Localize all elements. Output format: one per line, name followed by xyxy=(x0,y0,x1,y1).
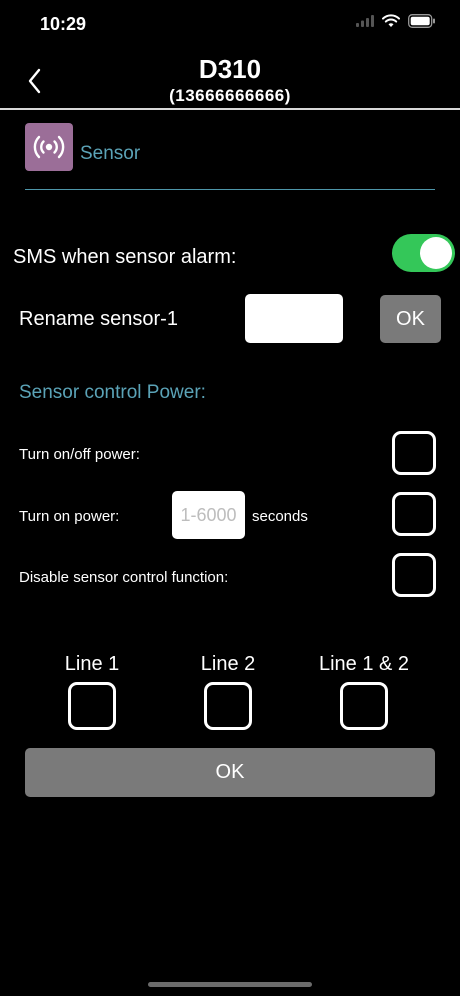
turn-on-off-checkbox[interactable] xyxy=(392,431,436,475)
nav-divider xyxy=(0,108,460,110)
wifi-icon xyxy=(382,14,400,27)
sensor-title: Sensor xyxy=(80,143,141,164)
sms-alarm-label: SMS when sensor alarm: xyxy=(13,246,237,268)
line-1-2-checkbox[interactable] xyxy=(340,682,388,730)
submit-ok-button[interactable]: OK xyxy=(25,748,435,797)
seconds-input[interactable] xyxy=(172,491,245,539)
sensor-tile xyxy=(25,123,73,171)
status-icons xyxy=(356,14,436,28)
sensor-signal-icon xyxy=(33,135,65,159)
line-1-checkbox[interactable] xyxy=(68,682,116,730)
home-indicator xyxy=(148,982,312,987)
turn-on-power-checkbox[interactable] xyxy=(392,492,436,536)
seconds-unit-label: seconds xyxy=(252,508,308,525)
sensor-divider xyxy=(25,189,435,190)
sms-alarm-toggle[interactable] xyxy=(392,234,455,272)
control-section-title: Sensor control Power: xyxy=(19,382,206,403)
disable-control-checkbox[interactable] xyxy=(392,553,436,597)
line-2-label: Line 2 xyxy=(200,653,256,675)
battery-icon xyxy=(408,14,435,28)
turn-on-power-label: Turn on power: xyxy=(19,508,120,525)
rename-ok-button[interactable]: OK xyxy=(380,295,441,343)
line-2-checkbox[interactable] xyxy=(204,682,252,730)
page-title: D310 xyxy=(198,54,262,84)
status-time: 10:29 xyxy=(40,14,87,34)
page-subtitle: (13666666666) xyxy=(169,86,291,105)
toggle-knob xyxy=(420,237,452,269)
rename-input[interactable] xyxy=(245,294,343,343)
turn-on-off-label: Turn on/off power: xyxy=(19,446,140,463)
cellular-signal-icon xyxy=(356,15,374,27)
disable-control-label: Disable sensor control function: xyxy=(19,569,229,586)
rename-label: Rename sensor-1 xyxy=(19,308,178,330)
line-1-2-label: Line 1 & 2 xyxy=(318,653,410,675)
line-1-label: Line 1 xyxy=(64,653,120,675)
